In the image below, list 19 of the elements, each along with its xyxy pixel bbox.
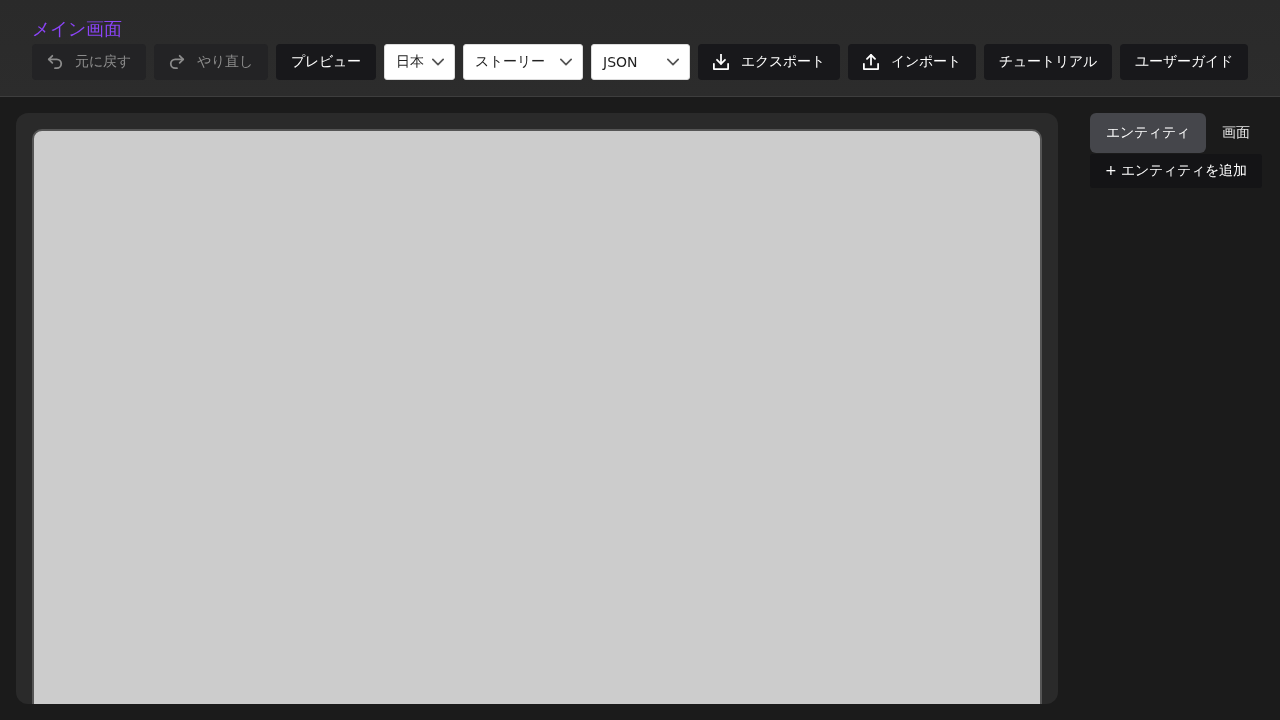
tutorial-button[interactable]: チュートリアル xyxy=(984,44,1112,80)
redo-icon xyxy=(169,54,185,70)
add-entity-button[interactable]: + エンティティを追加 xyxy=(1090,154,1263,188)
import-button[interactable]: インポート xyxy=(848,44,976,80)
preview-button[interactable]: プレビュー xyxy=(276,44,376,80)
dropdown[interactable]: JSON xyxy=(591,44,690,80)
chevron-down-icon xyxy=(432,56,444,68)
chevron-down-icon xyxy=(560,56,572,68)
dropdown[interactable]: ストーリー xyxy=(463,44,583,80)
sidebar-tab[interactable]: 画面 xyxy=(1206,113,1266,153)
page-title: メイン画面 xyxy=(32,17,122,41)
export-button[interactable]: エクスポート xyxy=(698,44,840,80)
upload-icon xyxy=(863,54,879,70)
download-icon xyxy=(713,54,729,70)
chevron-down-icon xyxy=(667,56,679,68)
dropdown[interactable]: 日本 xyxy=(384,44,455,80)
sidebar-tab[interactable]: エンティティ xyxy=(1090,113,1206,153)
user-guide-button[interactable]: ユーザーガイド xyxy=(1120,44,1248,80)
undo-icon xyxy=(47,54,63,70)
